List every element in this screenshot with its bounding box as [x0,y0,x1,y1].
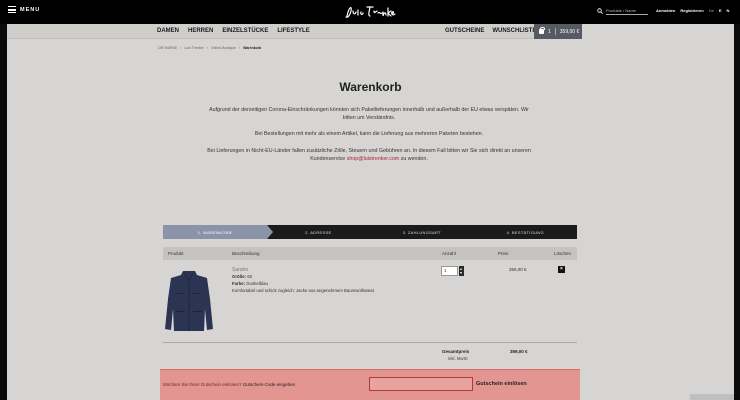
search [597,6,648,15]
product-size: Größe: 60 [232,274,252,279]
nav-extras: GUTSCHEINE WUNSCHLISTE [445,28,536,34]
notice-corona: Aufgrund der derzeitigen Corona-Einschrä… [209,107,529,121]
nav-categories: DAMEN HERREN EINZELSTÜCKE LIFESTYLE [157,28,310,34]
breadcrumb-sep: › [206,46,208,50]
step-cart[interactable]: 1. WARENKORB [163,225,272,239]
register-link[interactable]: Registrieren [680,8,703,13]
lang-n[interactable]: N [726,8,729,13]
breadcrumb: DIE MARKE › Luis Trenker › Online-Boutique… [158,46,261,50]
vat-note: inkl. MwSt [448,356,468,361]
size-label: Größe: [232,274,247,279]
cart-count: 1 [548,28,551,35]
menu-label: MENU [20,6,41,13]
breadcrumb-item[interactable]: Online-Boutique [211,46,236,50]
breadcrumb-sep: › [180,46,182,50]
login-link[interactable]: Anmelden [656,8,675,13]
search-input[interactable] [606,6,648,15]
menu-button[interactable]: MENU [8,6,40,13]
top-bar: MENU Anmelden Registrieren De E N [0,0,740,24]
step-payment[interactable]: 3. ZAHLUNGSART [370,225,479,239]
redeem-voucher-button[interactable]: Gutschein einlösen [476,381,527,387]
checkout-steps: 1. WARENKORB 2. ADRESSE 3. ZAHLUNGSART 4… [163,225,577,239]
support-email-link[interactable]: shop@luistrenker.com [347,156,399,162]
luis-trenker-logo[interactable] [343,3,397,21]
breadcrumb-item[interactable]: Luis Trenker [184,46,203,50]
remove-item-button[interactable]: × [558,266,565,273]
product-color: Farbe: Dunkelblau [232,281,268,286]
breadcrumb-item[interactable]: DIE MARKE [158,46,177,50]
divider [554,28,556,35]
header-price: Preis [498,251,509,256]
total-label: Gesamtpreis [442,349,470,354]
quantity-stepper[interactable] [459,266,464,276]
color-label: Farbe: [232,281,246,286]
product-name[interactable]: Sandro [232,267,248,273]
nav-item-wunschliste[interactable]: WUNSCHLISTE [492,28,536,34]
breadcrumb-current: Warenkorb [243,46,262,50]
header-quantity: Anzahl [442,251,456,256]
main-nav: DAMEN HERREN EINZELSTÜCKE LIFESTYLE GUTS… [7,24,582,39]
nav-item-gutscheine[interactable]: GUTSCHEINE [445,28,484,34]
item-price: 359,00 € [509,267,527,272]
notice-multiple-packages: Bei Bestellungen mit mehr als einem Arti… [254,131,484,137]
breadcrumb-sep: › [238,46,241,50]
voucher-prompt: Möchten Sie Ihren Gutschein einlösen? Gu… [163,382,295,387]
product-description: Komfortabel und schick zugleich: Jacke a… [232,288,374,293]
lang-en[interactable]: E [719,8,722,13]
voucher-code-input[interactable] [369,377,473,391]
header-product: Produkt [168,251,184,256]
total-value: 359,00 € [510,349,528,354]
nav-item-damen[interactable]: DAMEN [157,28,179,34]
nav-item-einzelstuecke[interactable]: EINZELSTÜCKE [222,28,268,34]
color-value: Dunkelblau [246,281,268,286]
lang-de[interactable]: De [709,8,714,13]
nav-item-herren[interactable]: HERREN [188,28,213,34]
product-image[interactable] [163,269,215,332]
notice-non-eu-end: zu wenden. [400,156,428,162]
hamburger-icon [8,6,16,13]
cart-table-header: Produkt Beschreibung Anzahl Preis Lösche… [163,247,577,260]
step-confirmation[interactable]: 4. BESTÄTIGUNG [473,225,577,239]
divider [163,342,577,343]
cart-button[interactable]: 1 359,00 € [534,24,582,39]
account-links: Anmelden Registrieren De E N [656,8,729,13]
notice-non-eu: Bei Lieferungen in Nicht-EU-Länder falle… [207,147,531,163]
cart-total: 359,00 € [559,28,580,35]
step-address[interactable]: 2. ADRESSE [266,225,376,239]
chat-widget-tab[interactable] [690,394,734,400]
page-title: Warenkorb [339,80,402,94]
voucher-code-link[interactable]: Gutschein-Code eingeben [243,382,295,387]
shopping-bag-icon [539,27,545,34]
voucher-section: Möchten Sie Ihren Gutschein einlösen? Gu… [160,369,580,400]
page: DAMEN HERREN EINZELSTÜCKE LIFESTYLE GUTS… [7,24,734,400]
size-value: 60 [247,274,253,279]
quantity-input[interactable]: 1 [441,266,458,276]
nav-item-lifestyle[interactable]: LIFESTYLE [277,28,309,34]
voucher-question: Möchten Sie Ihren Gutschein einlösen? [163,382,242,387]
header-delete: Löschen [554,251,572,256]
search-icon[interactable] [597,7,603,14]
header-description: Beschreibung [232,251,260,256]
